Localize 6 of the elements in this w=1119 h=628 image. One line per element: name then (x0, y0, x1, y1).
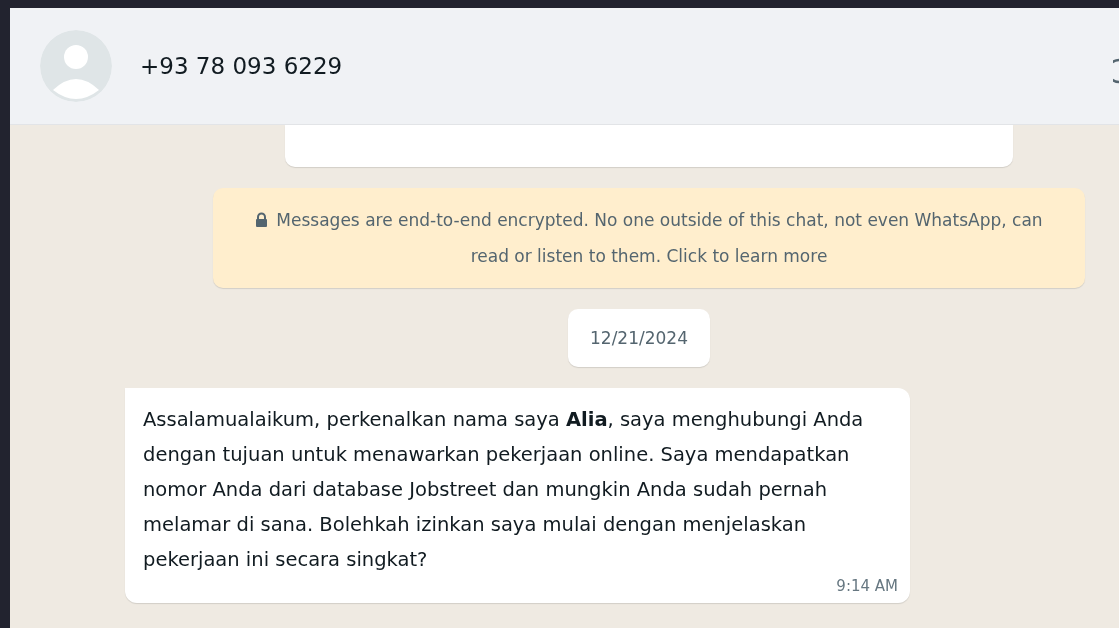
contact-name: +93 78 093 6229 (140, 53, 343, 79)
encryption-notice[interactable]: Messages are end-to-end encrypted. No one outside of this chat, not even WhatsApp, can read or listen to them. Click to learn more (213, 188, 1085, 288)
date-chip: 12/21/2024 (568, 309, 710, 367)
message-time: 9:14 AM (836, 577, 898, 595)
message-text: Assalamualaikum, perkenalkan nama saya Alia, saya menghubungi Anda dengan tujuan untuk menawarkan pekerjaan online. Saya mendapatkan nomor Anda dari database Jobstreet dan mungkin Anda sudah pernah melamar di sana. Bolehkah izinkan saya mulai dengan menjelaskan pekerjaan ini secara singkat? (143, 407, 865, 573)
lock-icon (255, 212, 269, 227)
